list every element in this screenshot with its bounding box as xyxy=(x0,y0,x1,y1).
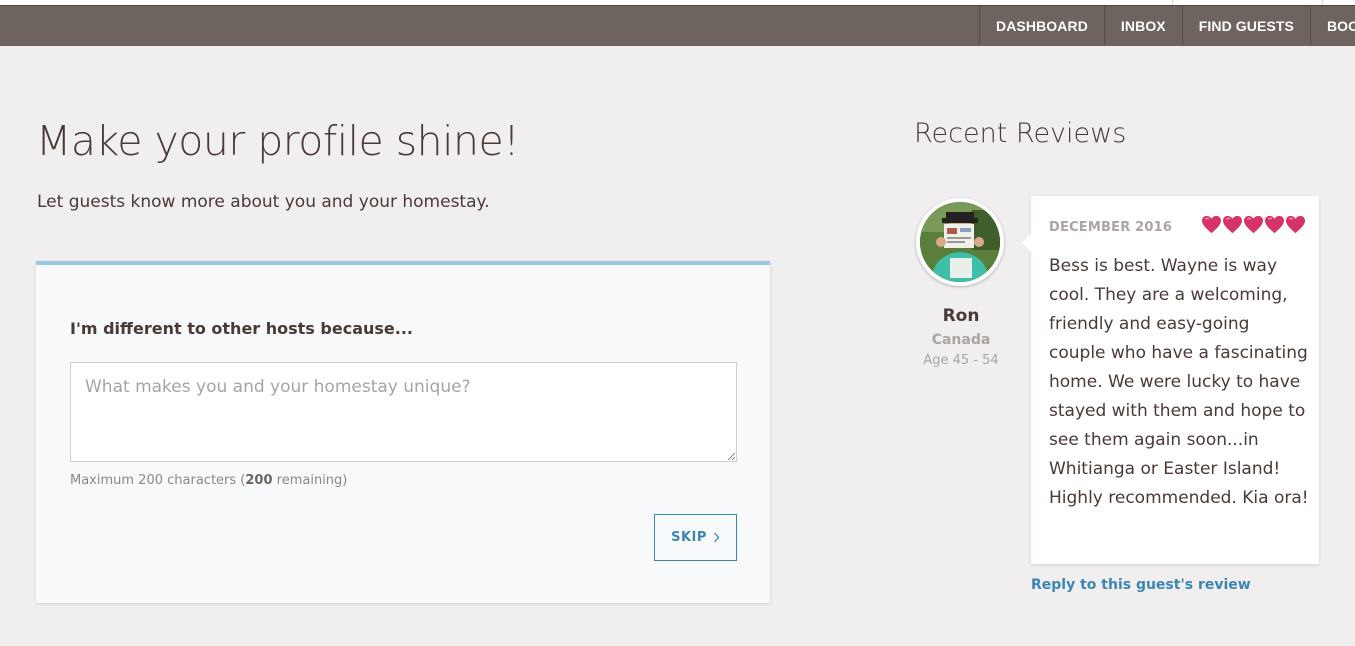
heart-icon xyxy=(1202,215,1221,234)
char-hint-prefix: Maximum 200 characters ( xyxy=(70,473,246,488)
heart-icon xyxy=(1265,215,1284,234)
reviews-title: Recent Reviews xyxy=(914,118,1127,149)
heart-icon xyxy=(1244,215,1263,234)
review-date: DECEMBER 2016 xyxy=(1049,220,1173,235)
page-subtitle: Let guests know more about you and your … xyxy=(37,192,490,212)
chevron-right-icon xyxy=(713,532,720,543)
rating-hearts xyxy=(1201,215,1306,234)
resize-grip-icon[interactable] xyxy=(726,451,736,461)
skip-label: SKIP xyxy=(671,530,707,545)
page-title: Make your profile shine! xyxy=(36,117,520,165)
nav-dashboard[interactable]: DASHBOARD xyxy=(979,6,1104,46)
char-hint-suffix: remaining) xyxy=(272,473,348,488)
reviewer-name: Ron xyxy=(942,306,980,326)
review-card: DECEMBER 2016 Bess is best. Wayne is way… xyxy=(1022,196,1319,564)
reply-to-review-link[interactable]: Reply to this guest's review xyxy=(1031,577,1251,593)
reviewer-age: Age 45 - 54 xyxy=(923,353,999,368)
nav-items: DASHBOARD INBOX FIND GUESTS BOOK xyxy=(979,6,1355,46)
char-count-hint: Maximum 200 characters (200 remaining) xyxy=(70,473,347,488)
char-remaining: 200 xyxy=(245,473,273,488)
reviewer-country: Canada xyxy=(931,332,991,348)
avatar-photo xyxy=(920,202,1000,282)
unique-label: I'm different to other hosts because... xyxy=(70,319,413,338)
nav-find-guests[interactable]: FIND GUESTS xyxy=(1181,6,1310,46)
skip-button[interactable]: SKIP xyxy=(654,514,737,561)
top-navbar: DASHBOARD INBOX FIND GUESTS BOOK xyxy=(0,5,1355,46)
heart-icon xyxy=(1223,215,1242,234)
avatar[interactable] xyxy=(916,198,1004,286)
nav-book[interactable]: BOOK xyxy=(1309,6,1355,46)
profile-card: I'm different to other hosts because... … xyxy=(36,261,770,603)
review-card-pointer xyxy=(1022,234,1031,252)
nav-inbox[interactable]: INBOX xyxy=(1103,6,1182,46)
heart-icon xyxy=(1286,215,1305,234)
review-text: Bess is best. Wayne is way cool. They ar… xyxy=(1049,256,1309,508)
unique-textarea[interactable] xyxy=(70,362,737,462)
